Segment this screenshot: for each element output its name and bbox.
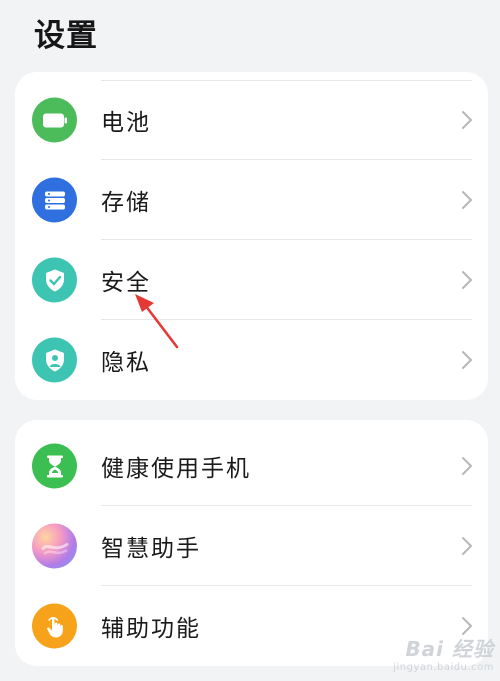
settings-item-battery[interactable]: 电池 [15,80,488,160]
shield-check-icon [32,257,77,303]
settings-item-label: 智慧助手 [101,536,201,562]
page-title: 设置 [34,18,98,54]
chevron-right-icon [462,271,472,289]
settings-item-label: 存储 [101,190,151,216]
hand-pointer-icon [32,603,77,649]
smart-assistant-icon [32,523,77,569]
settings-item-label: 电池 [101,110,151,136]
settings-item-label: 辅助功能 [101,616,201,642]
watermark: Bai 经验 jingyan.baidu.com [393,633,494,673]
watermark-logo: Bai 经验 [405,637,494,661]
settings-item-privacy[interactable]: 隐私 [15,320,488,400]
chevron-right-icon [462,111,472,129]
settings-group-2: 健康使用手机 智慧助手 辅助功能 [15,420,488,666]
settings-item-smart-assistant[interactable]: 智慧助手 [15,506,488,586]
chevron-right-icon [462,537,472,555]
annotation-arrow [135,294,179,349]
chevron-right-icon [462,191,472,209]
storage-icon [32,177,77,223]
watermark-url: jingyan.baidu.com [393,662,494,673]
settings-item-storage[interactable]: 存储 [15,160,488,240]
chevron-right-icon [462,351,472,369]
privacy-shield-icon [32,337,77,383]
settings-group-1: 电池 存储 安全 隐私 [15,72,488,400]
battery-icon [32,97,77,143]
chevron-right-icon [462,457,472,475]
settings-item-digital-balance[interactable]: 健康使用手机 [15,426,488,506]
hourglass-icon [32,443,77,489]
settings-item-label: 健康使用手机 [101,456,251,482]
settings-item-security[interactable]: 安全 [15,240,488,320]
